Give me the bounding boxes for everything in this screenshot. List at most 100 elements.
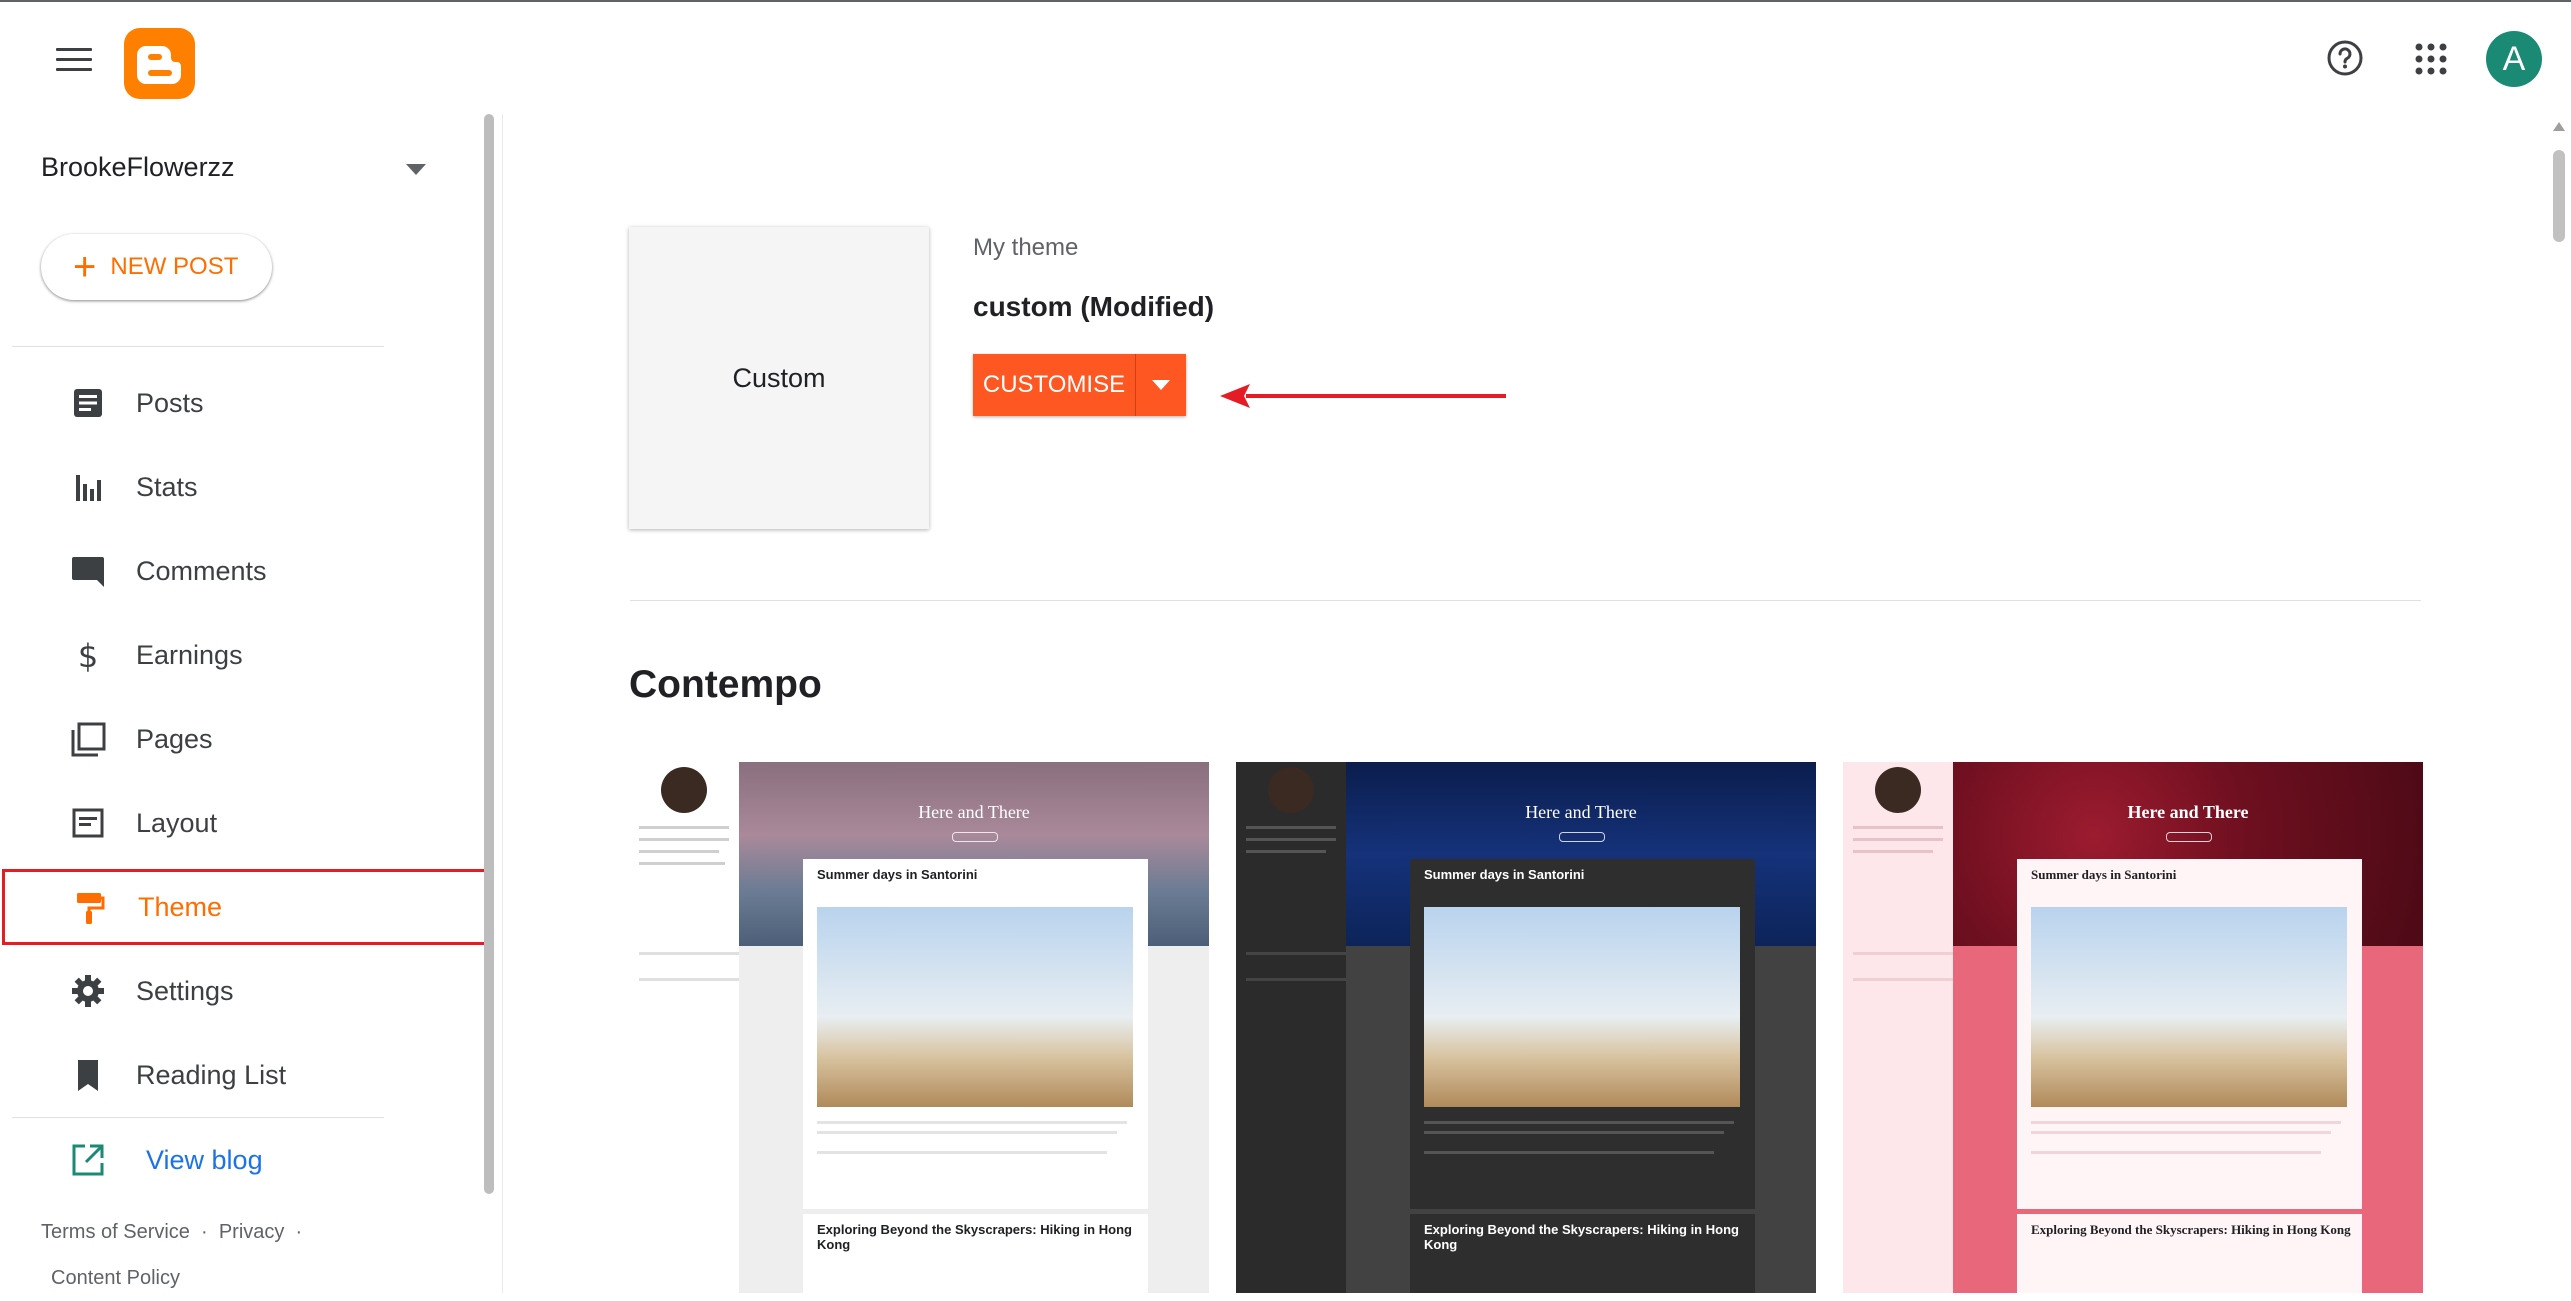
preview-text-line <box>1853 850 1933 853</box>
theme-thumbnail-label: Custom <box>732 362 826 393</box>
current-theme-name: custom (Modified) <box>973 291 1215 322</box>
plus-icon: + <box>73 245 97 289</box>
preview-avatar <box>661 767 707 813</box>
terms-of-service-link[interactable]: Terms of Service <box>41 1221 190 1243</box>
gear-icon <box>70 973 106 1009</box>
preview-post-card: Summer days in Santorini <box>1410 859 1755 1209</box>
content-policy-link[interactable]: Content Policy <box>51 1267 180 1289</box>
paint-roller-icon <box>71 890 107 926</box>
preview-post-image <box>2031 907 2347 1107</box>
preview-text-line <box>1246 826 1336 829</box>
sidebar-item-comments[interactable]: Comments <box>12 535 482 607</box>
sidebar-item-earnings[interactable]: $ Earnings <box>12 619 482 691</box>
preview-text-line <box>1424 1121 1734 1124</box>
apps-grid-icon[interactable] <box>2414 42 2448 76</box>
sidebar-item-label: Earnings <box>136 639 243 670</box>
preview-post-title: Exploring Beyond the Skyscrapers: Hiking… <box>2031 1222 2351 1237</box>
preview-text-line <box>817 1121 1127 1124</box>
preview-text-line <box>2031 1121 2341 1124</box>
preview-blog-title: Here and There <box>1525 802 1637 822</box>
preview-text-line <box>2031 1151 2321 1154</box>
preview-sidebar <box>629 762 739 1293</box>
sidebar-item-settings[interactable]: Settings <box>12 955 482 1027</box>
svg-text:$: $ <box>78 637 98 673</box>
privacy-link[interactable]: Privacy <box>219 1221 285 1243</box>
preview-post-card: Exploring Beyond the Skyscrapers: Hiking… <box>1410 1214 1755 1293</box>
current-theme-thumbnail[interactable]: Custom <box>629 227 929 529</box>
blog-selector-name[interactable]: BrookeFlowerzz <box>41 152 235 183</box>
sidebar-border <box>502 114 503 1293</box>
main-scrollbar[interactable] <box>2550 114 2568 1293</box>
preview-text-line <box>1853 952 1953 955</box>
sidebar-divider <box>12 346 384 347</box>
sidebar: BrookeFlowerzz + NEW POST Posts Stats Co… <box>2 114 487 1293</box>
preview-avatar <box>1875 767 1921 813</box>
sidebar-item-theme[interactable]: Theme <box>2 869 487 945</box>
posts-icon <box>70 385 106 421</box>
preview-text-line <box>1853 826 1943 829</box>
sidebar-item-reading-list[interactable]: Reading List <box>12 1039 482 1111</box>
layout-icon <box>70 805 106 841</box>
sidebar-item-label: Reading List <box>136 1059 287 1090</box>
customise-dropdown-button[interactable] <box>1135 354 1186 416</box>
preview-text-line <box>817 1131 1117 1134</box>
preview-text-line <box>639 862 725 865</box>
preview-blog-title: Here and There <box>918 802 1030 822</box>
preview-post-title: Summer days in Santorini <box>2031 867 2177 882</box>
sidebar-scrollbar-thumb[interactable] <box>484 114 494 1194</box>
sidebar-item-stats[interactable]: Stats <box>12 451 482 523</box>
theme-preview-light[interactable]: Here and There Summer days in Santorini … <box>629 762 1209 1293</box>
dollar-icon: $ <box>70 637 106 675</box>
account-avatar[interactable]: A <box>2486 31 2542 87</box>
my-theme-label: My theme <box>973 234 1079 261</box>
preview-text-line <box>1424 1131 1724 1134</box>
preview-post-title: Summer days in Santorini <box>1424 867 1585 882</box>
sidebar-item-label: Pages <box>136 723 213 754</box>
preview-text-line <box>817 1151 1107 1154</box>
preview-text-line <box>639 978 739 981</box>
sidebar-item-label: Posts <box>136 387 204 418</box>
preview-text-line <box>2031 1131 2331 1134</box>
blog-selector-dropdown-icon[interactable] <box>406 164 426 175</box>
new-post-label: NEW POST <box>110 253 239 280</box>
preview-post-card: Summer days in Santorini <box>803 859 1148 1209</box>
app-header: A <box>0 2 2571 114</box>
hamburger-menu-icon[interactable] <box>56 44 92 72</box>
sidebar-item-layout[interactable]: Layout <box>12 787 482 859</box>
help-icon[interactable] <box>2326 39 2364 77</box>
preview-text-line <box>639 826 729 829</box>
sidebar-item-label: Comments <box>136 555 267 586</box>
preview-text-line <box>639 838 729 841</box>
sidebar-item-posts[interactable]: Posts <box>12 367 482 439</box>
preview-text-line <box>1246 952 1346 955</box>
stats-icon <box>70 469 106 505</box>
scroll-up-arrow-icon[interactable] <box>2553 122 2565 131</box>
sidebar-scrollbar[interactable] <box>482 114 496 1194</box>
preview-sidebar <box>1843 762 1953 1293</box>
preview-post-title: Exploring Beyond the Skyscrapers: Hiking… <box>817 1222 1132 1252</box>
main-scrollbar-thumb[interactable] <box>2553 150 2565 242</box>
theme-preview-pink[interactable]: Here and There Summer days in Santorini … <box>1843 762 2423 1293</box>
theme-preview-dark[interactable]: Here and There Summer days in Santorini … <box>1236 762 1816 1293</box>
view-blog-label: View blog <box>146 1144 263 1175</box>
external-link-icon <box>70 1142 106 1178</box>
preview-post-card: Exploring Beyond the Skyscrapers: Hiking… <box>803 1214 1148 1293</box>
comments-icon <box>70 553 106 589</box>
pages-icon <box>70 721 106 757</box>
preview-sidebar <box>1236 762 1346 1293</box>
preview-subscribe-pill <box>1559 832 1605 842</box>
section-divider <box>630 600 2421 601</box>
preview-avatar <box>1268 767 1314 813</box>
preview-text-line <box>1246 978 1346 981</box>
preview-post-card: Exploring Beyond the Skyscrapers: Hiking… <box>2017 1214 2362 1293</box>
preview-blog-title: Here and There <box>2127 802 2249 822</box>
sidebar-item-pages[interactable]: Pages <box>12 703 482 775</box>
view-blog-link[interactable]: View blog <box>12 1124 482 1196</box>
footer-separator: · <box>195 1221 219 1243</box>
preview-post-title: Exploring Beyond the Skyscrapers: Hiking… <box>1424 1222 1739 1252</box>
customise-button[interactable]: CUSTOMISE <box>973 354 1135 416</box>
new-post-button[interactable]: + NEW POST <box>41 234 272 300</box>
blogger-logo[interactable] <box>124 28 195 99</box>
preview-text-line <box>1853 838 1943 841</box>
preview-subscribe-pill <box>952 832 998 842</box>
